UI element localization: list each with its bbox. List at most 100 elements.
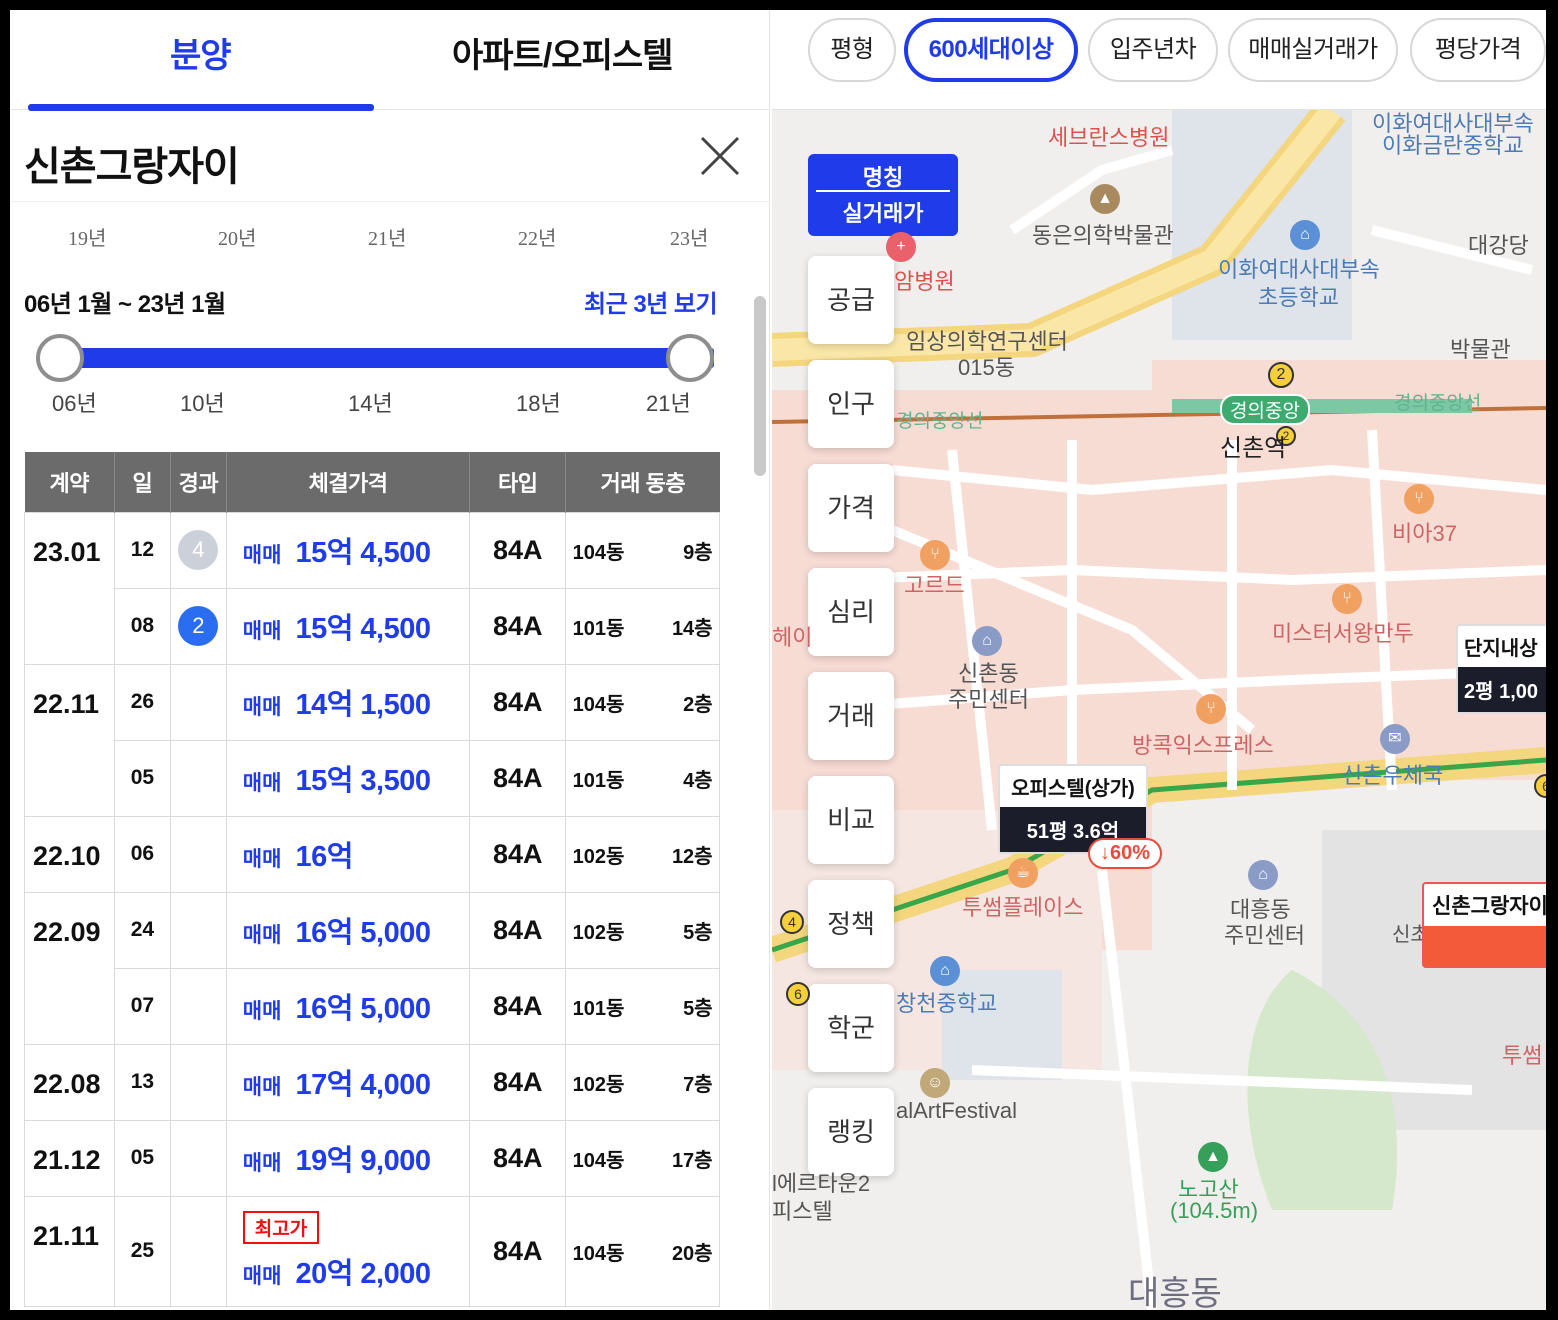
contract-month: 22.08: [24, 1043, 115, 1121]
table-row[interactable]: 22.09 24 매매 16억 5,000 84A 102동 5층: [24, 891, 720, 1045]
contract-month: 22.11: [24, 663, 115, 817]
selected-complex-bar: [1424, 926, 1546, 966]
unit-type: 84A: [469, 1119, 567, 1197]
map-label: 초등학교: [1258, 285, 1339, 310]
contract-day: 07: [113, 967, 171, 1045]
side-menu-policy[interactable]: 정책: [808, 880, 894, 968]
unit-type: 84A: [469, 1195, 567, 1307]
side-menu-supply[interactable]: 공급: [808, 256, 894, 344]
col-elapsed[interactable]: 경과: [169, 452, 227, 512]
filter-chip-size[interactable]: 평형: [808, 18, 896, 82]
marker-title: 단지내상: [1464, 638, 1538, 660]
danji-price-marker[interactable]: 단지내상 2평 1,00: [1456, 624, 1546, 714]
col-day[interactable]: 일: [113, 452, 171, 512]
floor: 9층: [683, 541, 713, 564]
table-row[interactable]: 22.11 26 매매 14억 1,500 84A 104동 2층: [24, 663, 720, 817]
price-cell: 매매 16억 5,000: [225, 967, 471, 1045]
subway-line-icon: 6: [786, 982, 810, 1006]
period-slider-track[interactable]: [60, 348, 714, 368]
restaurant-icon: ⑂: [1196, 694, 1226, 724]
price-cell: 매매 16억: [225, 815, 471, 893]
floor: 20층: [671, 1242, 713, 1265]
year-tick: 21년: [368, 228, 407, 250]
dong-floor-cell: 102동 7층: [565, 1043, 720, 1121]
trade-price: 20억 2,000: [295, 1257, 431, 1290]
trade-kind: 매매: [242, 1000, 282, 1023]
transaction-rows: 23.01 12 4 매매 15억 4,500 84A 104동 9층 08 2 매매 15억 4,5…: [24, 511, 720, 1307]
slider-end-handle[interactable]: [666, 334, 714, 382]
building-dong: 102동: [572, 921, 625, 944]
label-mode-popup[interactable]: 명칭 실거래가: [808, 154, 958, 236]
year-tick: 22년: [518, 228, 557, 250]
col-price[interactable]: 체결가격: [225, 452, 470, 512]
side-menu-school-district[interactable]: 학군: [808, 984, 894, 1072]
table-row[interactable]: 22.08 13 매매 17억 4,000 84A 102동 7층: [24, 1043, 720, 1121]
trade-kind: 매매: [242, 848, 282, 871]
marker-size: 51평: [1026, 821, 1068, 843]
side-menu-compare[interactable]: 비교: [808, 776, 894, 864]
panel-scrollbar[interactable]: [754, 296, 766, 476]
col-type[interactable]: 타입: [469, 452, 566, 512]
complex-header: 신촌그랑자이: [10, 110, 769, 202]
subway-line-icon: 4: [780, 910, 804, 934]
table-header-row: 계약 일 경과 체결가격 타입 거래 동층: [24, 452, 720, 512]
elapsed-cell: [169, 739, 227, 817]
slider-start-handle[interactable]: [36, 334, 84, 382]
table-row[interactable]: 05 매매 15억 3,500 84A 101동 4층: [25, 739, 720, 817]
price-cell: 매매 14억 1,500: [225, 663, 471, 741]
filter-chip-pyeong-price[interactable]: 평당가격: [1410, 18, 1546, 82]
close-icon[interactable]: [698, 134, 742, 178]
trade-kind: 매매: [242, 1264, 282, 1288]
selected-complex-marker[interactable]: 신촌그랑자이: [1422, 882, 1546, 968]
contract-day: 06: [113, 815, 171, 893]
side-menu-price[interactable]: 가격: [808, 464, 894, 552]
filter-chip-600-households[interactable]: 600세대이상: [904, 18, 1078, 82]
trade-price: 17억 4,000: [295, 1069, 431, 1101]
map-canvas[interactable]: 명칭 실거래가 공급 인구 가격 심리 거래 비교 정책 학군 랭킹 세브란스병원 이화여대사대…: [772, 110, 1546, 1310]
elapsed-cell: [169, 1195, 227, 1307]
period-range-text: 06년 1월 ~ 23년 1월: [24, 291, 226, 318]
line-badge-gyeongui: 경의중앙: [1220, 394, 1310, 425]
price-cell: 매매 17억 4,000: [225, 1043, 471, 1121]
side-menu-ranking[interactable]: 랭킹: [808, 1088, 894, 1176]
marker-price-row: 2평 1,00: [1458, 667, 1546, 712]
sinchon-station-label[interactable]: 신촌역: [1220, 428, 1286, 463]
contract-month: 21.12: [24, 1119, 115, 1197]
dong-floor-cell: 101동 5층: [565, 967, 720, 1045]
recent-3-years-link[interactable]: 최근 3년 보기: [584, 284, 718, 319]
table-row[interactable]: 22.10 06 매매 16억 84A 102동 12층: [24, 815, 720, 893]
subway-line-icon: 2: [1268, 362, 1294, 388]
table-row[interactable]: 07 매매 16억 5,000 84A 101동 5층: [25, 967, 720, 1045]
tab-apartment-officetel[interactable]: 아파트/오피스텔: [452, 28, 673, 77]
table-row[interactable]: 08 2 매매 15억 4,500 84A 101동 14층: [25, 587, 720, 665]
map-label: 방콕익스프레스: [1132, 733, 1274, 758]
table-row[interactable]: 21.11 25 최고가 매매 20억 2,000 84A 104동 20층: [24, 1195, 720, 1307]
table-row[interactable]: 21.12 05 매매 19억 9,000 84A 104동 17층: [24, 1119, 720, 1197]
trade-kind: 매매: [242, 544, 282, 567]
elapsed-cell: [169, 815, 227, 893]
label-mode-price[interactable]: 실거래가: [808, 192, 958, 228]
filter-chip-trade-price[interactable]: 매매실거래가: [1228, 18, 1398, 82]
col-dong-floor[interactable]: 거래 동층: [565, 452, 720, 512]
col-contract[interactable]: 계약: [24, 452, 115, 512]
trade-kind: 매매: [242, 1152, 282, 1175]
unit-type: 84A: [469, 587, 567, 665]
map-filter-bar: 평형 600세대이상 입주년차 매매실거래가 평당가격: [772, 10, 1546, 110]
district-label: 대흥동: [1128, 1275, 1222, 1310]
trade-price: 15억 3,500: [295, 765, 431, 797]
detail-panel: 분양 아파트/오피스텔 신촌그랑자이 19년 20년 21년 22년 23년 0…: [10, 10, 770, 1310]
building-dong: 101동: [572, 769, 625, 792]
side-menu-sentiment[interactable]: 심리: [808, 568, 894, 656]
table-row[interactable]: 23.01 12 4 매매 15억 4,500 84A 104동 9층: [24, 511, 720, 665]
chart-year-axis: 19년 20년 21년 22년 23년: [10, 222, 769, 252]
side-menu-trade[interactable]: 거래: [808, 672, 894, 760]
filter-chip-years[interactable]: 입주년차: [1088, 18, 1218, 82]
tab-presale[interactable]: 분양: [170, 28, 232, 77]
price-cell: 매매 15억 4,500: [225, 511, 471, 589]
elapsed-cell: 4: [169, 511, 227, 589]
building-dong: 104동: [572, 1149, 625, 1172]
side-menu-population[interactable]: 인구: [808, 360, 894, 448]
label-mode-name[interactable]: 명칭: [816, 154, 950, 192]
map-label: 015동: [958, 355, 1015, 380]
contract-day: 08: [113, 587, 171, 665]
